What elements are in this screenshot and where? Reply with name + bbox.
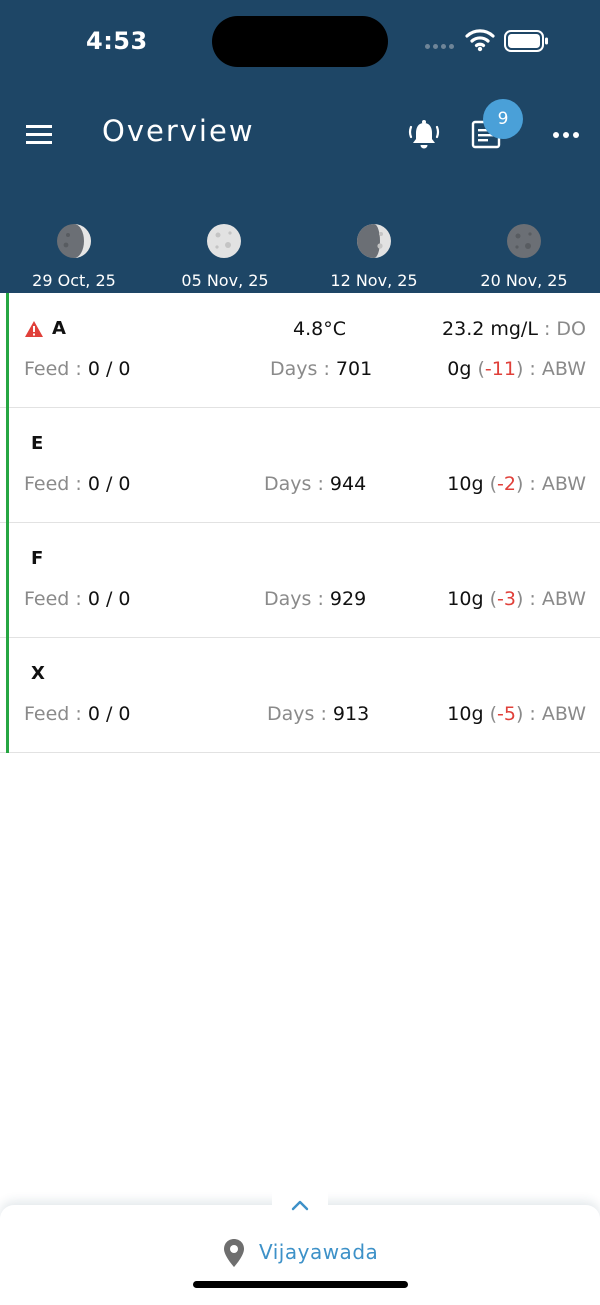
- dissolved-oxygen: 23.2 mg/L : DO: [442, 318, 586, 340]
- signal-icon: [425, 44, 454, 49]
- feed-label: Feed :: [24, 358, 82, 380]
- days-label: Days :: [270, 358, 330, 380]
- abw-value: 10g: [447, 473, 484, 495]
- moon-date: 12 Nov, 25: [330, 271, 418, 290]
- pond-name: A: [52, 318, 66, 339]
- abw-label: : ABW: [529, 588, 586, 610]
- do-label: : DO: [543, 318, 586, 340]
- battery-icon: [504, 30, 548, 52]
- app-header: 4:53 Overview 9 29 Oct, 25 05 Nov, 25 12…: [0, 0, 600, 293]
- abw-info: 10g (-2) : ABW: [447, 473, 586, 495]
- abw-info: 0g (-11) : ABW: [447, 358, 586, 380]
- feed-value: 0 / 0: [87, 703, 131, 725]
- home-indicator: [193, 1281, 408, 1288]
- active-indicator: [6, 523, 9, 638]
- active-indicator: [6, 638, 9, 753]
- feed-info: Feed : 0 / 0: [24, 358, 131, 380]
- pond-card-f[interactable]: F Feed : 0 / 0 Days : 929 10g (-3) : ABW: [0, 523, 600, 638]
- days-value: 913: [332, 703, 370, 725]
- abw-label: : ABW: [529, 473, 586, 495]
- pond-card-x[interactable]: X Feed : 0 / 0 Days : 913 10g (-5) : ABW: [0, 638, 600, 753]
- days-info: Days : 701: [270, 358, 372, 380]
- feed-info: Feed : 0 / 0: [24, 588, 131, 610]
- menu-icon[interactable]: [26, 124, 54, 146]
- page-title: Overview: [102, 114, 255, 148]
- abw-delta: -3: [496, 588, 516, 610]
- abw-value: 10g: [447, 588, 484, 610]
- location-label[interactable]: Vijayawada: [259, 1240, 378, 1264]
- abw-value: 10g: [447, 703, 484, 725]
- feed-value: 0 / 0: [87, 358, 131, 380]
- feed-value: 0 / 0: [87, 473, 131, 495]
- abw-delta: -11: [484, 358, 516, 380]
- wifi-icon: [465, 29, 495, 52]
- pond-card-e[interactable]: E Feed : 0 / 0 Days : 944 10g (-2) : ABW: [0, 408, 600, 523]
- abw-info: 10g (-3) : ABW: [447, 588, 586, 610]
- moon-date: 20 Nov, 25: [480, 271, 568, 290]
- abw-delta: -5: [496, 703, 516, 725]
- dynamic-island: [212, 16, 388, 67]
- feed-label: Feed :: [24, 473, 82, 495]
- days-info: Days : 913: [267, 703, 369, 725]
- warning-icon: [25, 321, 43, 337]
- moon-full-icon: [207, 224, 241, 258]
- abw-delta: -2: [496, 473, 516, 495]
- bell-icon[interactable]: [407, 118, 441, 152]
- pond-name: F: [31, 548, 44, 569]
- abw-label: : ABW: [529, 703, 586, 725]
- abw-label: : ABW: [529, 358, 586, 380]
- days-info: Days : 929: [264, 588, 366, 610]
- active-indicator: [6, 408, 9, 523]
- feed-value: 0 / 0: [87, 588, 131, 610]
- days-label: Days :: [264, 588, 324, 610]
- notification-badge: 9: [483, 99, 523, 139]
- moon-new-icon: [507, 224, 541, 258]
- temperature: 4.8°C: [293, 318, 346, 340]
- moon-waning-gibbous-icon: [357, 224, 391, 258]
- days-value: 944: [329, 473, 367, 495]
- do-value: 23.2 mg/L: [442, 318, 538, 340]
- moon-date: 05 Nov, 25: [181, 271, 269, 290]
- pond-name: X: [31, 663, 45, 684]
- days-value: 701: [335, 358, 373, 380]
- days-label: Days :: [267, 703, 327, 725]
- more-icon[interactable]: [552, 128, 580, 142]
- days-label: Days :: [264, 473, 324, 495]
- location-pin-icon: [224, 1239, 244, 1267]
- feed-label: Feed :: [24, 588, 82, 610]
- feed-label: Feed :: [24, 703, 82, 725]
- chevron-up-icon[interactable]: [290, 1198, 310, 1212]
- moon-date: 29 Oct, 25: [32, 271, 116, 290]
- active-indicator: [6, 293, 9, 408]
- pond-name: E: [31, 433, 44, 454]
- abw-value: 0g: [447, 358, 472, 380]
- feed-info: Feed : 0 / 0: [24, 703, 131, 725]
- days-value: 929: [329, 588, 367, 610]
- moon-waning-crescent-icon: [57, 224, 91, 258]
- pond-list: A 4.8°C 23.2 mg/L : DO Feed : 0 / 0 Days…: [0, 293, 600, 753]
- abw-info: 10g (-5) : ABW: [447, 703, 586, 725]
- pond-card-a[interactable]: A 4.8°C 23.2 mg/L : DO Feed : 0 / 0 Days…: [0, 293, 600, 408]
- days-info: Days : 944: [264, 473, 366, 495]
- status-time: 4:53: [86, 27, 148, 55]
- feed-info: Feed : 0 / 0: [24, 473, 131, 495]
